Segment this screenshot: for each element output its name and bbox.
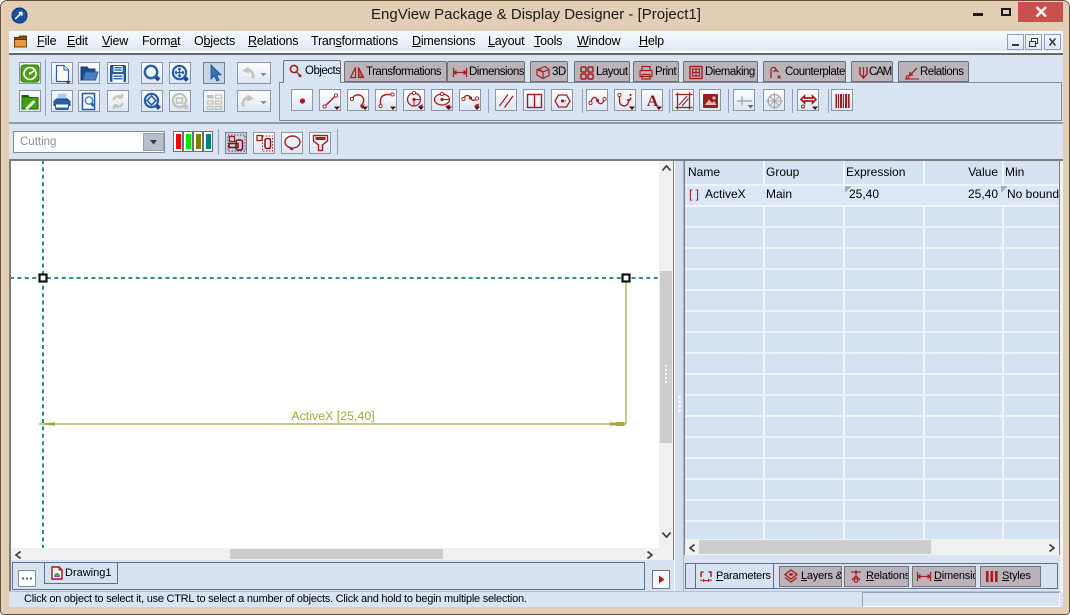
- svg-text:ActiveX [25,40]: ActiveX [25,40]: [291, 409, 374, 423]
